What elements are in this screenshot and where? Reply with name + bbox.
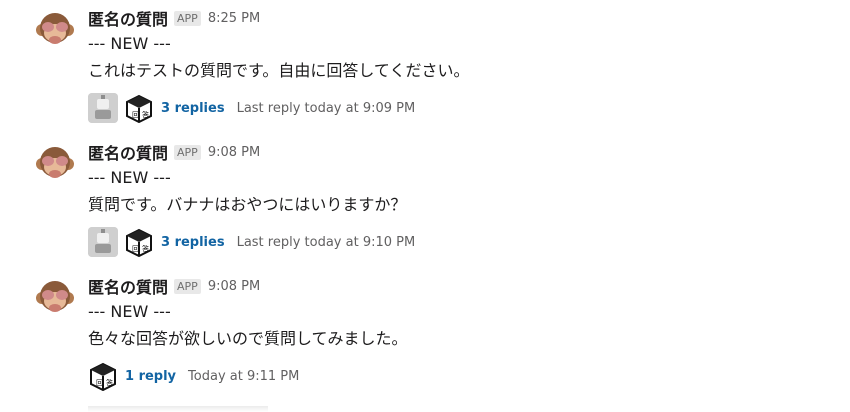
thread-summary[interactable]: 回 答 3 replies Last reply today at 9:10 P… xyxy=(88,227,415,257)
svg-text:答: 答 xyxy=(142,110,149,119)
cube-avatar-icon: 回 答 xyxy=(90,362,116,391)
author-name[interactable]: 匿名の質問 xyxy=(88,274,168,298)
robot-avatar-icon xyxy=(88,93,118,123)
app-badge: APP xyxy=(174,278,201,294)
svg-text:回: 回 xyxy=(132,245,139,253)
monkey-avatar-icon[interactable] xyxy=(34,142,76,184)
next-message-fragment xyxy=(88,406,268,412)
message-line: --- NEW --- xyxy=(88,168,171,187)
monkey-avatar-icon[interactable] xyxy=(34,276,76,318)
message-line: これはテストの質問です。自由に回答してください。 xyxy=(88,61,470,80)
app-badge: APP xyxy=(174,144,201,160)
monkey-avatar-icon[interactable] xyxy=(34,8,76,50)
thread-replies-link[interactable]: 3 replies xyxy=(161,235,225,250)
svg-text:回: 回 xyxy=(96,379,103,387)
svg-text:回: 回 xyxy=(132,111,139,119)
cube-avatar-icon: 回 答 xyxy=(126,94,152,123)
message-line: --- NEW --- xyxy=(88,34,171,53)
thread-summary[interactable]: 回 答 3 replies Last reply today at 9:09 P… xyxy=(88,93,415,123)
svg-text:答: 答 xyxy=(106,378,113,387)
message-line: 質問です。バナナはおやつにはいりますか？ xyxy=(88,195,407,214)
thread-replies-link[interactable]: 1 reply xyxy=(125,369,176,384)
message-line: --- NEW --- xyxy=(88,302,171,321)
timestamp[interactable]: 8:25 PM xyxy=(208,11,260,26)
timestamp[interactable]: 9:08 PM xyxy=(208,279,260,294)
thread-replies-link[interactable]: 3 replies xyxy=(161,101,225,116)
timestamp[interactable]: 9:08 PM xyxy=(208,145,260,160)
author-name[interactable]: 匿名の質問 xyxy=(88,140,168,164)
thread-last-reply: Last reply today at 9:10 PM xyxy=(236,234,416,250)
author-name[interactable]: 匿名の質問 xyxy=(88,6,168,30)
message-line: 色々な回答が欲しいので質問してみました。 xyxy=(88,329,408,348)
thread-last-reply: Last reply today at 9:09 PM xyxy=(236,100,416,116)
svg-text:答: 答 xyxy=(142,244,149,253)
thread-summary[interactable]: 回 答 1 reply Today at 9:11 PM xyxy=(88,361,299,391)
thread-last-reply: Today at 9:11 PM xyxy=(188,368,300,384)
app-badge: APP xyxy=(174,10,201,26)
cube-avatar-icon: 回 答 xyxy=(126,228,152,257)
robot-avatar-icon xyxy=(88,227,118,257)
